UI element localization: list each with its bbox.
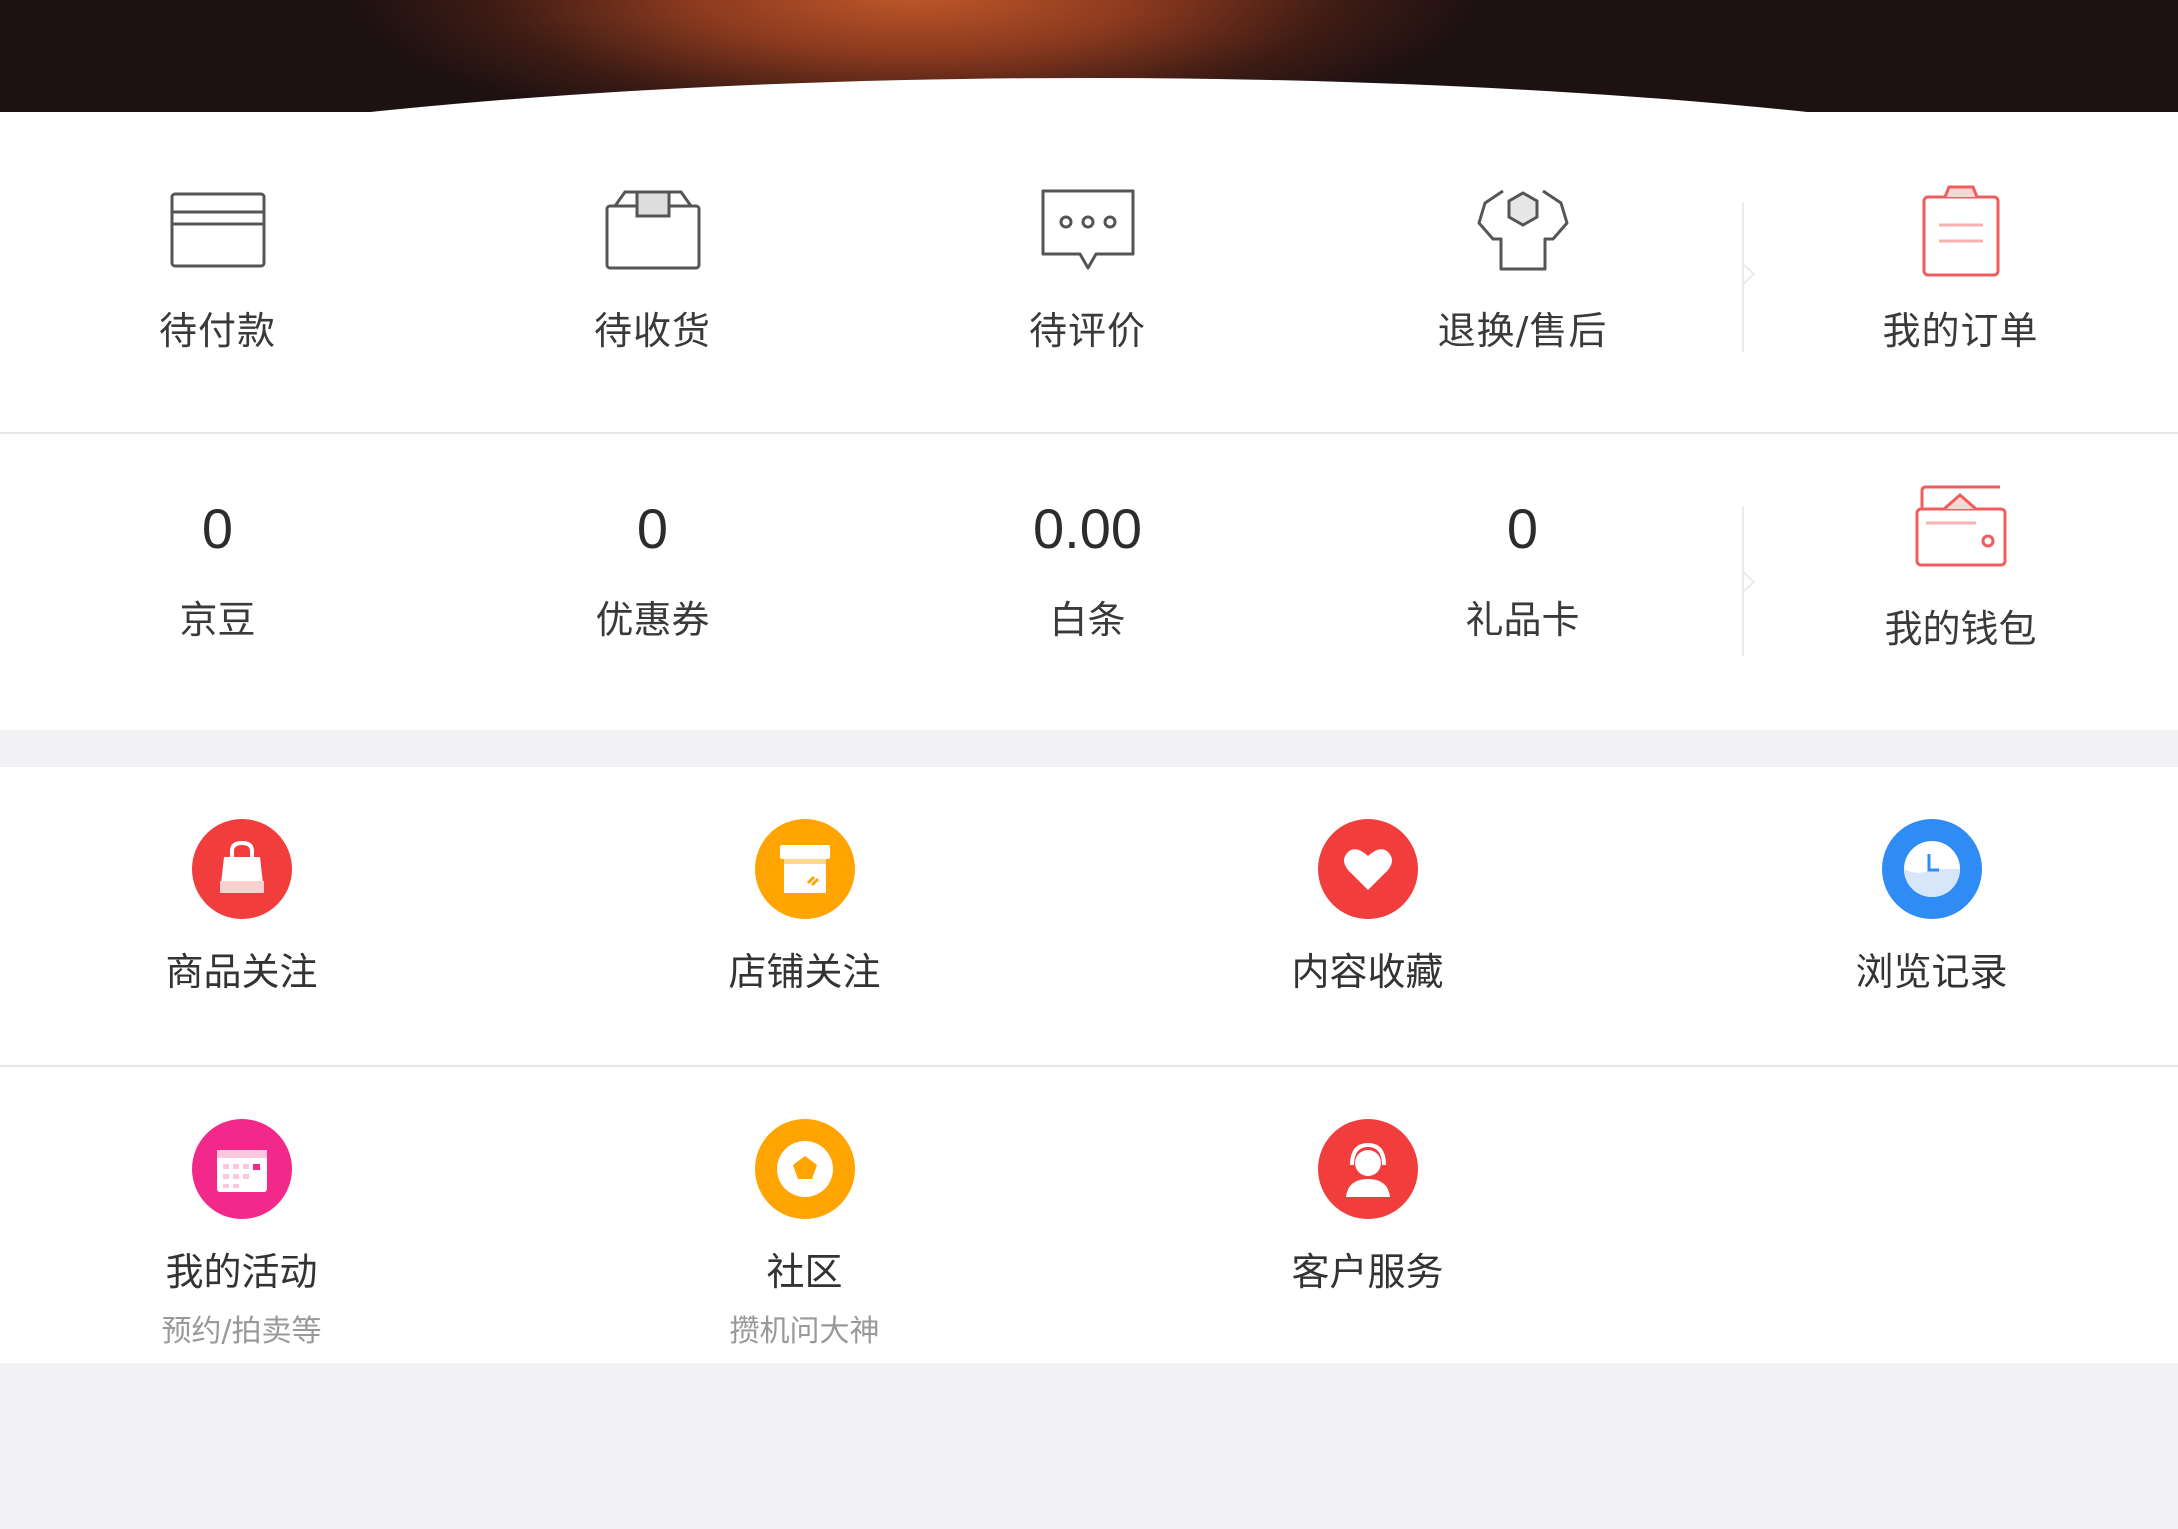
order-pending-receipt[interactable]: 待收货 — [435, 112, 870, 432]
tools-section-1: 商品关注 店铺关注 内容收藏 浏览记录 — [0, 767, 2178, 1065]
asset-value: 0 — [201, 497, 234, 560]
tool-product-follow[interactable]: 商品关注 — [0, 767, 523, 1065]
order-pending-review[interactable]: 待评价 — [870, 112, 1305, 432]
tool-browse-history[interactable]: 浏览记录 — [1650, 767, 2178, 1065]
tool-my-activities[interactable]: 我的活动 预约/拍卖等 — [0, 1067, 523, 1363]
card-icon — [168, 180, 268, 280]
asset-label: 礼品卡 — [1465, 598, 1580, 642]
assets-section: 0 京豆 0 优惠券 0.00 白条 0 礼品卡 我的钱包 — [0, 432, 2178, 730]
headset-icon — [1317, 1119, 1418, 1219]
order-label: 待收货 — [593, 309, 711, 353]
asset-label: 优惠券 — [595, 598, 710, 642]
wallet-icon — [1911, 476, 2011, 576]
tool-community[interactable]: 社区 攒机问大神 — [523, 1067, 1086, 1363]
tool-content-favorites[interactable]: 内容收藏 — [1086, 767, 1649, 1065]
my-orders-button[interactable]: 我的订单 — [1743, 112, 2178, 432]
wrench-icon — [1473, 180, 1573, 280]
asset-coupons[interactable]: 0 优惠券 — [435, 434, 870, 730]
order-after-sales[interactable]: 退换/售后 — [1305, 112, 1740, 432]
tool-label: 商品关注 — [165, 950, 318, 994]
profile-header-banner — [0, 0, 2178, 125]
asset-value: 0 — [1506, 497, 1539, 560]
tools-section-2: 我的活动 预约/拍卖等 社区 攒机问大神 客户服务 — [0, 1065, 2178, 1363]
order-pending-payment[interactable]: 待付款 — [0, 112, 435, 432]
asset-value: 0.00 — [1033, 497, 1142, 560]
clock-icon — [1881, 819, 1982, 919]
shopping-bag-icon — [191, 819, 292, 919]
tool-sublabel: 预约/拍卖等 — [161, 1314, 322, 1349]
my-orders-label: 我的订单 — [1882, 309, 2039, 353]
asset-gift-card[interactable]: 0 礼品卡 — [1305, 434, 1740, 730]
tool-label: 社区 — [766, 1250, 843, 1294]
tool-customer-service[interactable]: 客户服务 — [1086, 1067, 1649, 1363]
package-icon — [603, 180, 703, 280]
comment-icon — [1038, 180, 1138, 280]
tool-sublabel: 攒机问大神 — [729, 1314, 880, 1349]
orders-section: 待付款 待收货 待评价 退换/售后 我的订单 — [0, 112, 2178, 432]
asset-baitiao[interactable]: 0.00 白条 — [870, 434, 1305, 730]
asset-value: 0 — [636, 497, 669, 560]
clipboard-icon — [1911, 180, 2011, 280]
order-label: 待评价 — [1028, 309, 1146, 353]
heart-icon — [1317, 819, 1418, 919]
community-icon — [754, 1119, 855, 1219]
tool-label: 我的活动 — [165, 1250, 318, 1294]
my-wallet-button[interactable]: 我的钱包 — [1743, 434, 2178, 730]
store-icon — [754, 819, 855, 919]
asset-label: 白条 — [1049, 598, 1126, 642]
tool-label: 店铺关注 — [728, 950, 881, 994]
order-label: 待付款 — [158, 309, 276, 353]
my-wallet-label: 我的钱包 — [1884, 607, 2037, 651]
order-label: 退换/售后 — [1437, 309, 1608, 353]
asset-jingdou[interactable]: 0 京豆 — [0, 434, 435, 730]
tool-label: 内容收藏 — [1291, 950, 1444, 994]
calendar-icon — [191, 1119, 292, 1219]
tool-label: 浏览记录 — [1855, 950, 2008, 994]
tool-store-follow[interactable]: 店铺关注 — [523, 767, 1086, 1065]
tool-label: 客户服务 — [1291, 1250, 1444, 1294]
asset-label: 京豆 — [179, 598, 256, 642]
